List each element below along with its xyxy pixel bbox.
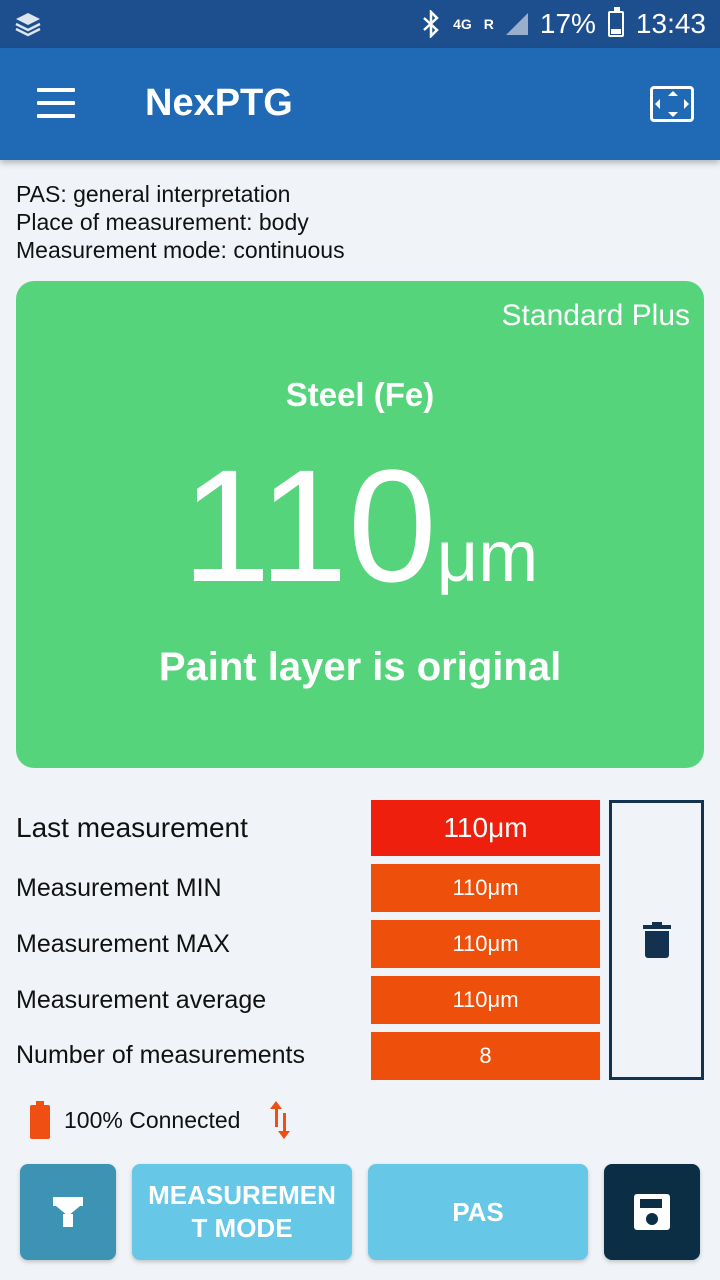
delete-button[interactable] [609, 800, 704, 1080]
stat-value: 110μm [371, 920, 600, 968]
stat-value: 110μm [371, 800, 600, 856]
stat-row-min: Measurement MIN 110μm [16, 864, 600, 912]
status-bar: 4G R 17% 13:43 [0, 0, 720, 48]
stat-label: Measurement MIN [16, 874, 222, 902]
value-unit: μm [436, 517, 539, 597]
standard-label: Standard Plus [501, 299, 690, 332]
measurement-mode-button[interactable]: MEASUREMEN T MODE [132, 1164, 352, 1260]
verdict-text: Paint layer is original [158, 645, 562, 689]
measurement-value: 110μm [16, 446, 704, 606]
signal-icon [505, 13, 528, 35]
connection-status: 100% Connected [30, 1100, 294, 1140]
app-bar: NexPTG [0, 48, 720, 160]
value-number: 110 [181, 436, 437, 615]
stat-row-count: Number of measurements 8 [16, 1032, 600, 1080]
menu-icon[interactable] [37, 88, 75, 118]
stat-value: 110μm [371, 976, 600, 1024]
stat-label: Measurement MAX [16, 930, 230, 958]
bluetooth-icon [423, 10, 439, 38]
trash-icon [642, 922, 671, 958]
battery-icon [30, 1101, 50, 1139]
pas-button[interactable]: PAS [368, 1164, 588, 1260]
stat-label: Number of measurements [16, 1041, 306, 1069]
battery-percent: 17% [539, 8, 596, 39]
sync-arrows-icon [266, 1101, 294, 1139]
measurement-info: PAS: general interpretation Place of mea… [16, 180, 345, 264]
stat-row-max: Measurement MAX 110μm [16, 920, 600, 968]
stat-label: Last measurement [16, 812, 248, 843]
fullscreen-icon[interactable] [650, 86, 694, 122]
save-icon [634, 1194, 670, 1230]
stat-value: 110μm [371, 864, 600, 912]
pas-info: PAS: general interpretation [16, 181, 291, 207]
battery-icon [607, 7, 624, 37]
stat-value: 8 [371, 1032, 600, 1080]
layers-icon [15, 13, 41, 37]
mode-info: Measurement mode: continuous [16, 237, 345, 263]
stat-label: Measurement average [16, 986, 267, 1014]
probe-icon [53, 1197, 83, 1227]
connection-text: 100% Connected [64, 1106, 241, 1133]
place-info: Place of measurement: body [16, 209, 309, 235]
stat-row-average: Measurement average 110μm [16, 976, 600, 1024]
save-button[interactable] [604, 1164, 700, 1260]
material-label: Steel (Fe) [285, 376, 435, 413]
network-type: 4G [453, 16, 472, 32]
probe-button[interactable] [20, 1164, 116, 1260]
roaming-indicator: R [483, 16, 494, 32]
stat-row-last: Last measurement 110μm [16, 800, 600, 856]
app-title: NexPTG [145, 82, 293, 124]
result-card: Standard Plus Steel (Fe) 110μm Paint lay… [16, 281, 704, 768]
clock: 13:43 [635, 8, 706, 39]
